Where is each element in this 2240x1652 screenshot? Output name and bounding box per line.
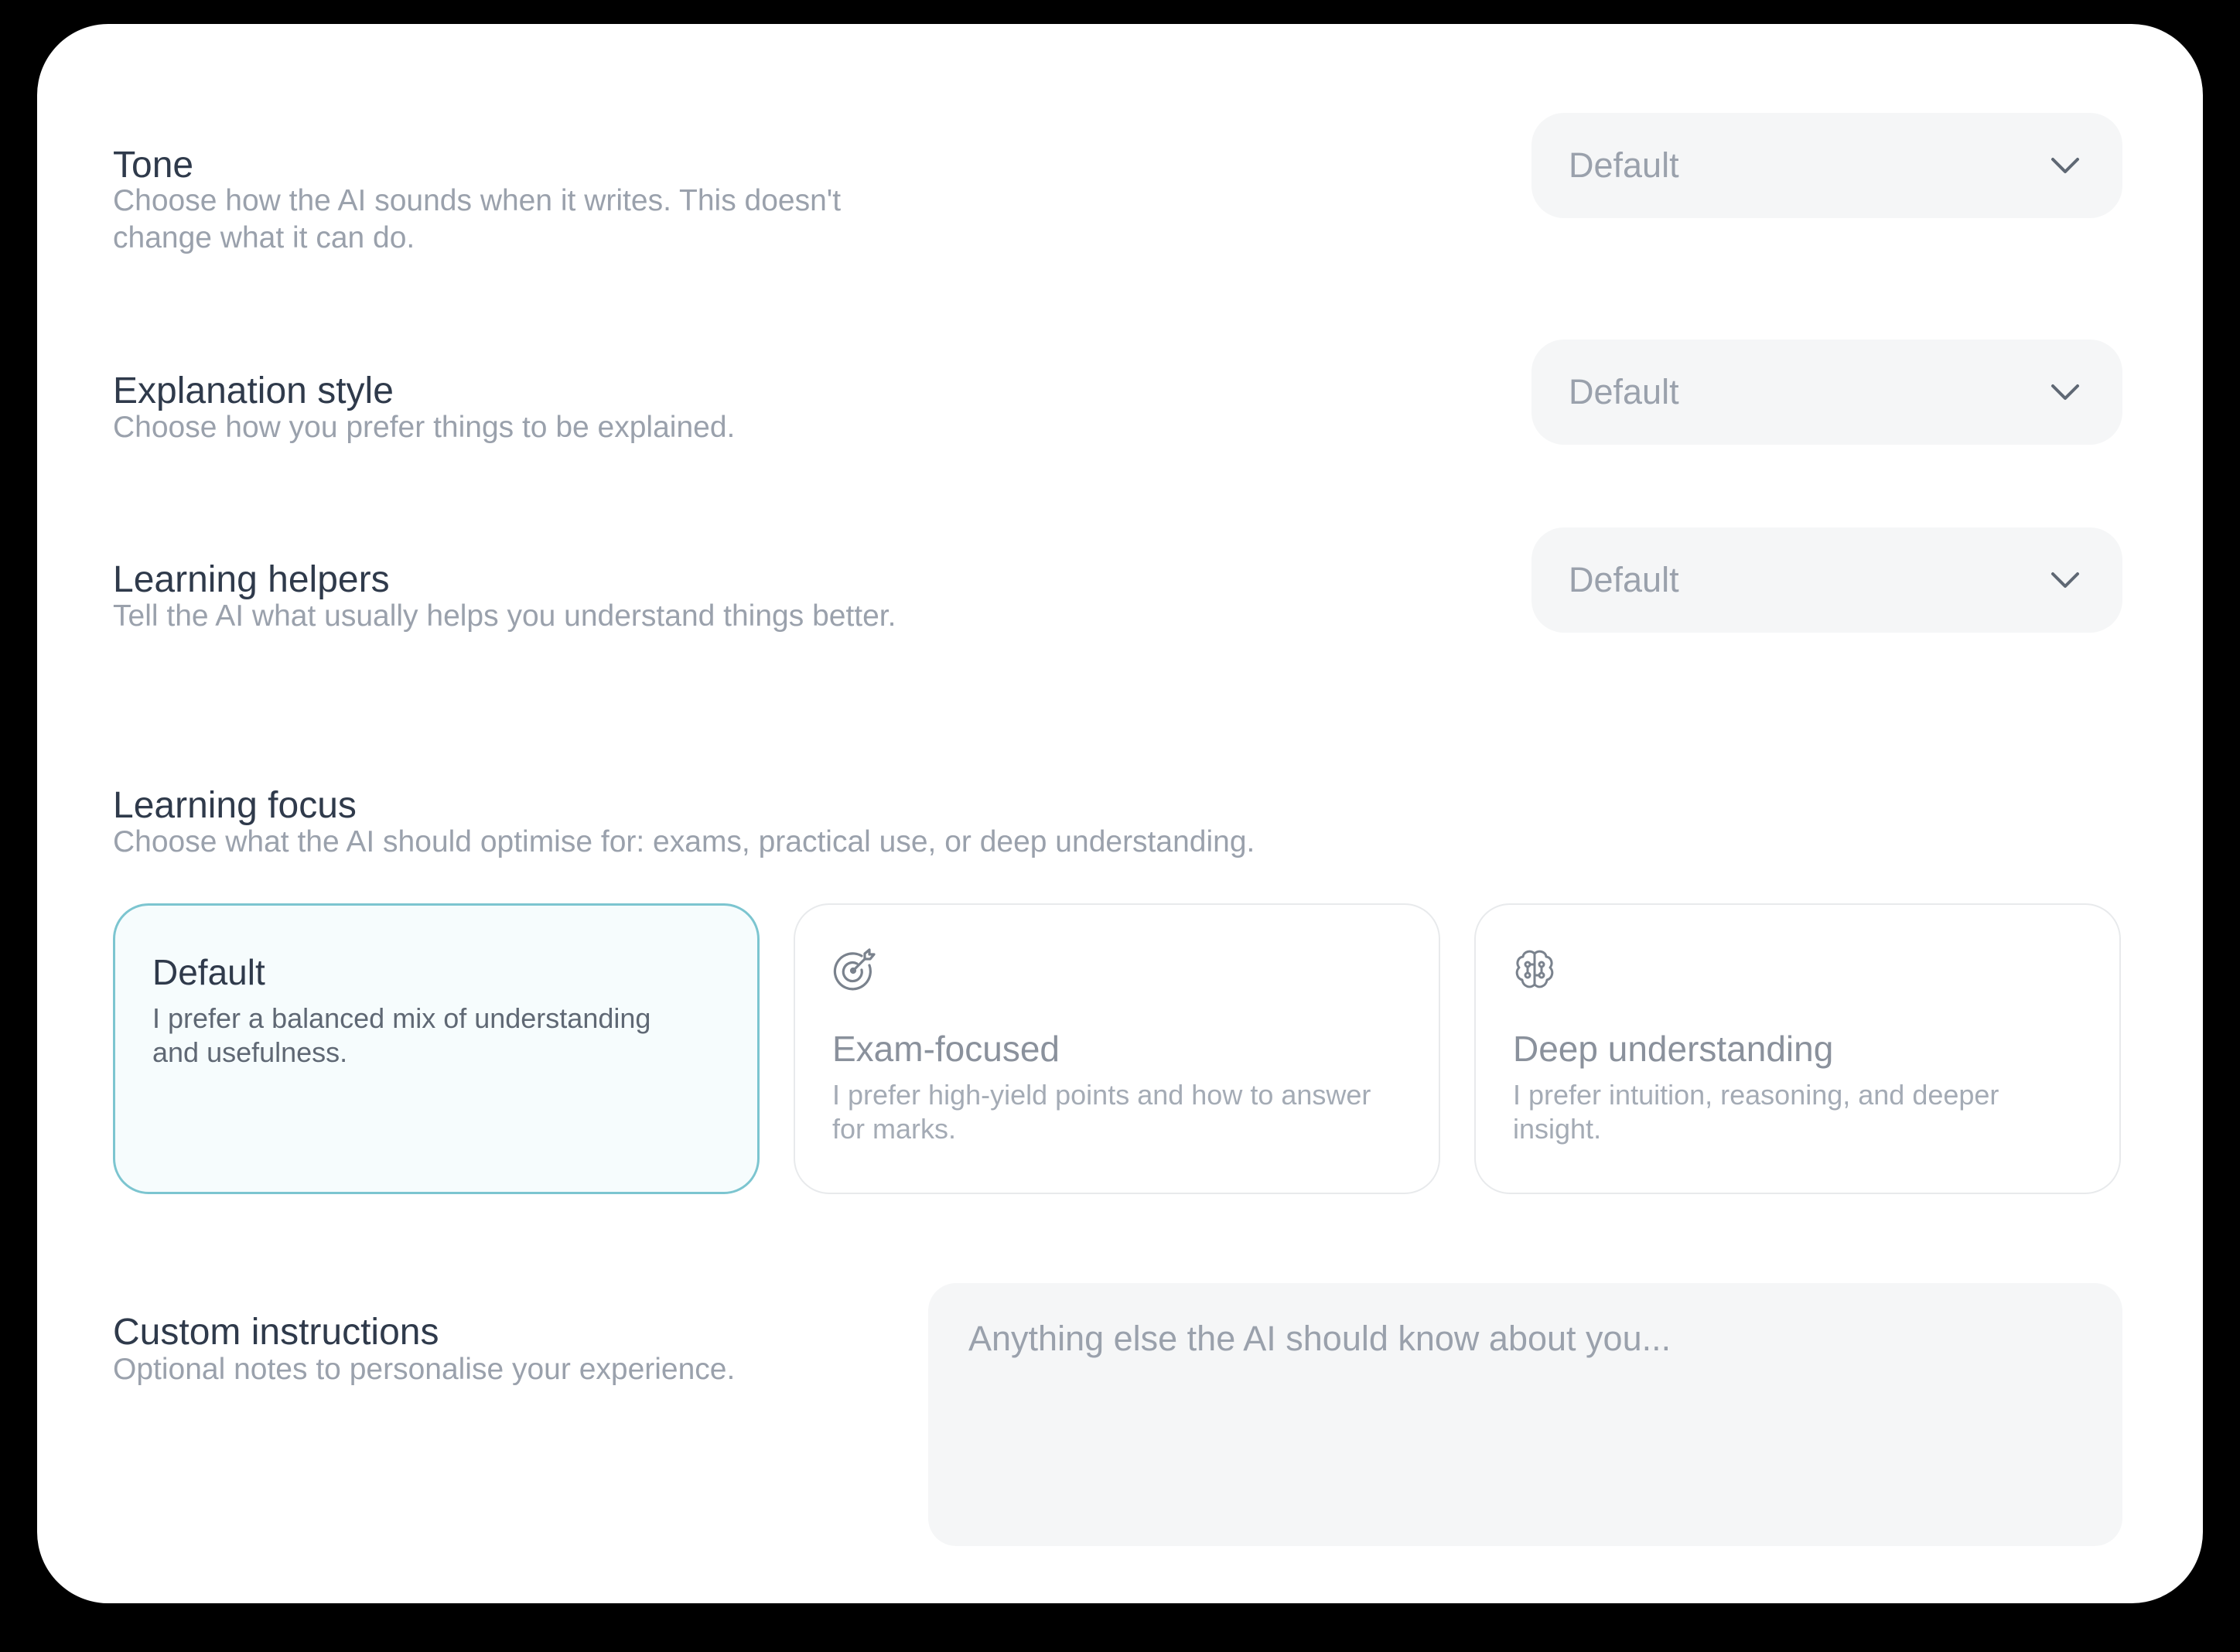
- chevron-down-icon: [2051, 158, 2079, 173]
- custom-instructions-title: Custom instructions: [113, 1312, 439, 1353]
- chevron-down-icon: [2051, 384, 2079, 400]
- tone-description: Choose how the AI sounds when it writes.…: [113, 184, 842, 254]
- learning-helpers-select-value: Default: [1569, 560, 1679, 599]
- learning-focus-title: Learning focus: [113, 785, 357, 826]
- tone-title: Tone: [113, 145, 194, 186]
- option-description: I prefer a balanced mix of understanding…: [152, 1002, 651, 1068]
- learning-helpers-title: Learning helpers: [113, 559, 390, 600]
- option-description: I prefer high-yield points and how to an…: [832, 1079, 1371, 1145]
- explanation-style-select[interactable]: Default: [1531, 340, 2122, 445]
- option-title: Deep understanding: [1513, 1029, 1834, 1069]
- target-icon: [833, 948, 876, 991]
- learning-focus-option-exam-focused[interactable]: Exam-focused I prefer high-yield points …: [794, 903, 1440, 1194]
- learning-helpers-description: Tell the AI what usually helps you under…: [113, 599, 896, 633]
- brain-icon: [1515, 950, 1554, 988]
- custom-instructions-textarea[interactable]: Anything else the AI should know about y…: [928, 1283, 2122, 1546]
- learning-focus-description: Choose what the AI should optimise for: …: [113, 825, 1255, 858]
- learning-focus-option-deep-understanding[interactable]: Deep understanding I prefer intuition, r…: [1474, 903, 2121, 1194]
- tone-select[interactable]: Default: [1531, 113, 2122, 218]
- preferences-card: Tone Choose how the AI sounds when it wr…: [37, 24, 2203, 1603]
- tone-select-value: Default: [1569, 145, 1679, 185]
- explanation-style-description: Choose how you prefer things to be expla…: [113, 411, 736, 444]
- explanation-style-title: Explanation style: [113, 370, 394, 411]
- custom-instructions-placeholder: Anything else the AI should know about y…: [968, 1319, 1671, 1358]
- option-title: Default: [152, 952, 265, 992]
- explanation-style-select-value: Default: [1569, 372, 1679, 411]
- learning-helpers-select[interactable]: Default: [1531, 527, 2122, 633]
- option-description: I prefer intuition, reasoning, and deepe…: [1513, 1079, 1999, 1145]
- custom-instructions-description: Optional notes to personalise your exper…: [113, 1353, 736, 1386]
- learning-focus-option-default[interactable]: Default I prefer a balanced mix of under…: [113, 903, 760, 1194]
- option-title: Exam-focused: [832, 1029, 1060, 1069]
- chevron-down-icon: [2051, 572, 2079, 588]
